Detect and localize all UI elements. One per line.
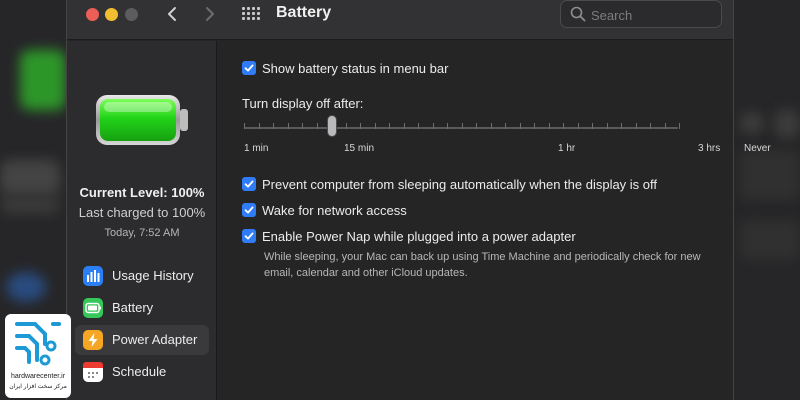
show-status-checkbox[interactable] (242, 61, 256, 75)
slider-tick (316, 123, 318, 129)
slider-tick (635, 123, 637, 129)
tick-label-1-hr: 1 hr (558, 143, 576, 154)
slider-tick (650, 123, 651, 129)
slider-tick (447, 123, 448, 129)
tick-label-1-min: 1 min (244, 143, 269, 154)
forward-button[interactable] (198, 3, 220, 25)
search-input[interactable] (591, 5, 711, 25)
sidebar-item-power-adapter[interactable]: Power Adapter (75, 325, 209, 355)
watermark-subtitle: مرکز سخت افزار ایران (9, 384, 67, 390)
search-icon (570, 6, 586, 22)
calendar-icon (83, 362, 103, 382)
sidebar-item-label: Power Adapter (112, 332, 198, 347)
battery-level-icon (96, 95, 188, 145)
sidebar-item-schedule[interactable]: Schedule (75, 357, 209, 387)
slider-tick (418, 123, 419, 129)
tick-label-never: Never (744, 143, 771, 154)
slider-tick (577, 123, 579, 129)
slider-tick (476, 123, 477, 129)
tick-label-3-hrs: 3 hrs (698, 143, 721, 154)
checkmark-icon (244, 64, 254, 72)
slider-tick (389, 123, 390, 129)
power-nap-label: Enable Power Nap while plugged into a po… (262, 229, 576, 244)
slider-tick (273, 123, 274, 129)
checkmark-icon (244, 180, 254, 188)
sidebar-item-label: Battery (112, 300, 154, 315)
window-title: Battery (276, 4, 332, 21)
slider-tick (360, 123, 361, 129)
circuit-logo-icon (15, 322, 61, 366)
sidebar-item-label: Usage History (112, 268, 194, 283)
close-window-button[interactable] (86, 8, 99, 21)
slider-tick (432, 123, 434, 129)
slider-tick (490, 123, 492, 129)
slider-tick (679, 123, 680, 129)
slider-knob[interactable] (328, 116, 336, 136)
battery-preferences-window: Battery Search Current Level: 100% Last … (66, 0, 771, 400)
show-all-button[interactable] (242, 6, 260, 23)
bolt-icon (83, 330, 103, 350)
slider-tick (345, 123, 347, 129)
slider-tick (374, 123, 376, 129)
charged-time-text: Today, 7:52 AM (104, 227, 180, 239)
slider-tick (403, 123, 405, 129)
show-status-label: Show battery status in menu bar (262, 61, 449, 76)
sidebar: Current Level: 100% Last charged to 100%… (67, 41, 217, 400)
slider-tick (664, 123, 666, 129)
prevent-sleep-label: Prevent computer from sleeping automatic… (262, 177, 658, 192)
power-nap-checkbox[interactable] (242, 229, 256, 243)
display-off-label: Turn display off after: (242, 96, 364, 111)
battery-icon (83, 298, 103, 318)
wake-network-checkbox[interactable] (242, 203, 256, 217)
slider-tick (606, 123, 608, 129)
wake-network-label: Wake for network access (262, 203, 407, 218)
slider-tick (302, 123, 303, 129)
watermark-logo: hardwarecenter.ir مرکز سخت افزار ایران (5, 314, 71, 398)
last-charged-text: Last charged to 100% (78, 205, 206, 220)
back-button[interactable] (162, 3, 184, 25)
checkmark-icon (244, 232, 254, 240)
tick-label-15-min: 15 min (344, 143, 375, 154)
slider-tick (244, 123, 245, 129)
sidebar-item-label: Schedule (112, 364, 167, 379)
slider-tick (505, 123, 506, 129)
title-bar: Battery (67, 0, 733, 40)
watermark-text: hardwarecenter.ir (10, 373, 66, 380)
slider-tick (621, 123, 622, 129)
slider-tick (548, 123, 550, 129)
slider-tick (563, 123, 564, 129)
slider-tick (534, 123, 535, 129)
sidebar-item-usage-history[interactable]: Usage History (75, 261, 209, 291)
zoom-window-button[interactable] (125, 8, 138, 21)
chevron-right-icon (206, 7, 214, 21)
chevron-left-icon (168, 7, 176, 21)
slider-tick (519, 123, 521, 129)
minimize-window-button[interactable] (105, 8, 118, 21)
slider-tick (287, 123, 289, 129)
settings-pane: Show battery status in menu bar Turn dis… (218, 41, 771, 400)
slider-tick (258, 123, 260, 129)
current-level-text: Current Level: 100% (79, 185, 205, 200)
prevent-sleep-checkbox[interactable] (242, 177, 256, 191)
sidebar-item-battery[interactable]: Battery (75, 293, 209, 323)
search-field[interactable] (560, 0, 722, 28)
slider-tick (461, 123, 463, 129)
slider-tick (592, 123, 593, 129)
power-nap-description: While sleeping, your Mac can back up usi… (264, 251, 701, 279)
checkmark-icon (244, 206, 254, 214)
chart-icon (83, 266, 103, 286)
